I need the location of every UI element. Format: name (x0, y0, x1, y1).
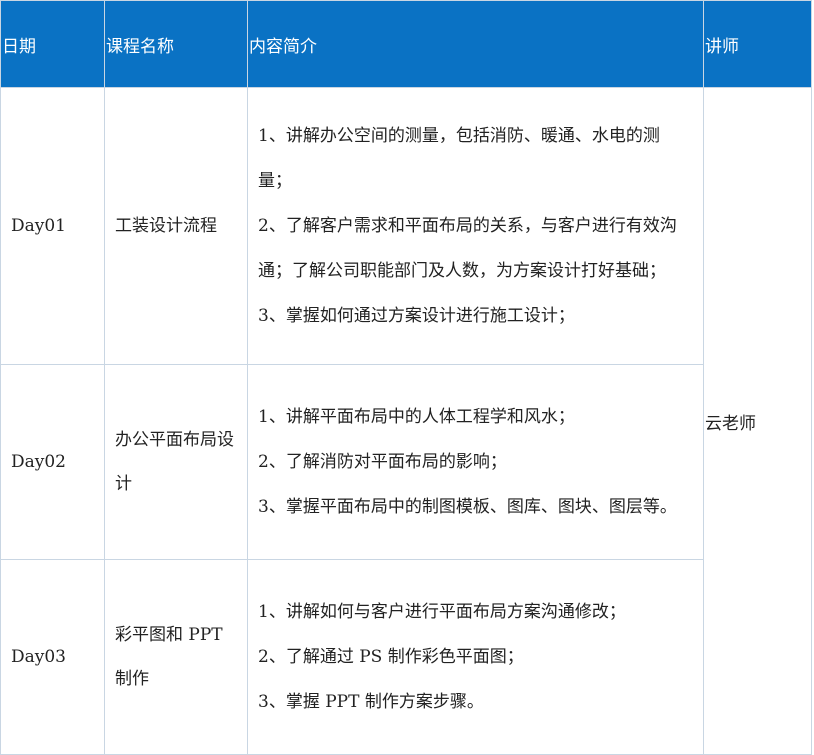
table-body: Day01 工装设计流程 1、讲解办公空间的测量，包括消防、暖通、水电的测量； … (0, 87, 812, 755)
course-name-cell: 办公平面布局设计 (104, 364, 248, 560)
day-cell: Day01 (0, 87, 105, 365)
teacher-cell: 云老师 (703, 87, 812, 755)
content-item: 2、了解通过 PS 制作彩色平面图； (258, 646, 524, 667)
content-item: 3、掌握如何通过方案设计进行施工设计； (258, 305, 575, 326)
header-date: 日期 (0, 0, 105, 88)
content-cell: 1、讲解办公空间的测量，包括消防、暖通、水电的测量； 2、了解客户需求和平面布局… (247, 87, 704, 365)
content-item: 2、了解消防对平面布局的影响； (258, 451, 507, 472)
content-item: 2、了解客户需求和平面布局的关系，与客户进行有效沟通；了解公司职能部门及人数，为… (258, 215, 677, 281)
header-teacher: 讲师 (703, 0, 812, 88)
content-item: 3、掌握平面布局中的制图模板、图库、图块、图层等。 (258, 496, 677, 517)
header-course-name: 课程名称 (104, 0, 248, 88)
content-item: 1、讲解如何与客户进行平面布局方案沟通修改； (258, 601, 626, 622)
content-item: 1、讲解平面布局中的人体工程学和风水； (258, 406, 575, 427)
course-name-cell: 彩平图和 PPT 制作 (104, 559, 248, 755)
content-item: 1、讲解办公空间的测量，包括消防、暖通、水电的测量； (258, 125, 660, 191)
table-row: Day02 办公平面布局设计 1、讲解平面布局中的人体工程学和风水； 2、了解消… (0, 364, 812, 560)
content-cell: 1、讲解平面布局中的人体工程学和风水； 2、了解消防对平面布局的影响； 3、掌握… (247, 364, 704, 560)
table-header: 日期 课程名称 内容简介 讲师 (0, 0, 812, 88)
course-schedule-table: 日期 课程名称 内容简介 讲师 Day01 工装设计流程 1、讲解办公空间的测量… (0, 0, 812, 755)
header-content-summary: 内容简介 (247, 0, 704, 88)
table-row: Day03 彩平图和 PPT 制作 1、讲解如何与客户进行平面布局方案沟通修改；… (0, 559, 812, 755)
content-item: 3、掌握 PPT 制作方案步骤。 (258, 691, 484, 712)
course-name-cell: 工装设计流程 (104, 87, 248, 365)
content-cell: 1、讲解如何与客户进行平面布局方案沟通修改； 2、了解通过 PS 制作彩色平面图… (247, 559, 704, 755)
header-row: 日期 课程名称 内容简介 讲师 (0, 0, 812, 88)
day-cell: Day03 (0, 559, 105, 755)
day-cell: Day02 (0, 364, 105, 560)
table-row: Day01 工装设计流程 1、讲解办公空间的测量，包括消防、暖通、水电的测量； … (0, 87, 812, 755)
